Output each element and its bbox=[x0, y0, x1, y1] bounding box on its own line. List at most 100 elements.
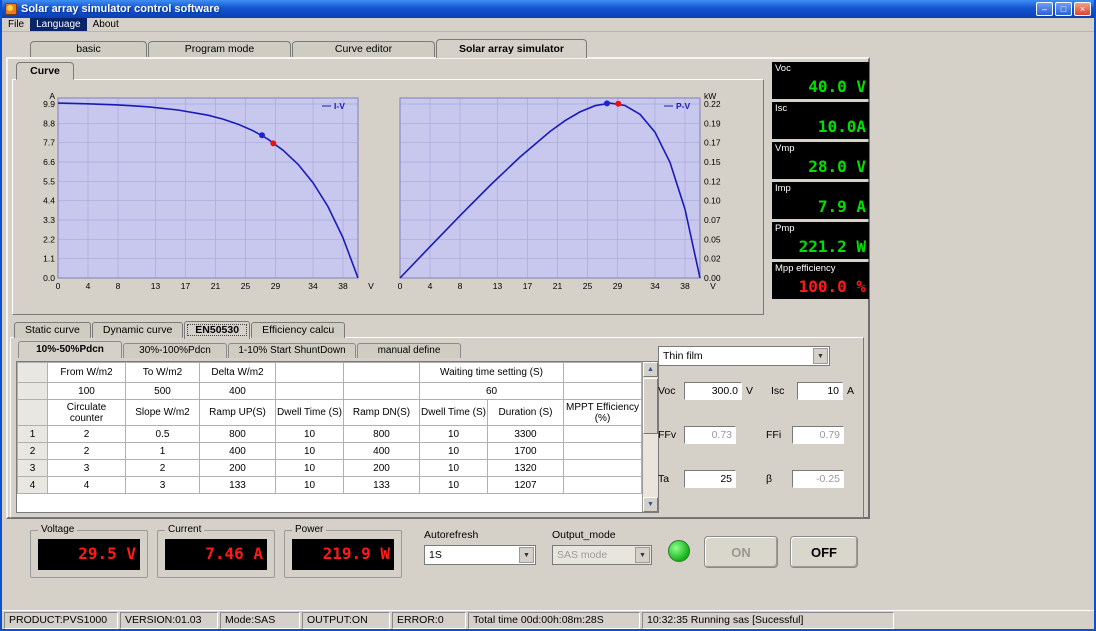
menu-about[interactable]: About bbox=[87, 18, 125, 31]
svg-text:5.5: 5.5 bbox=[43, 176, 55, 186]
minimize-button[interactable]: – bbox=[1036, 2, 1053, 16]
svg-text:29: 29 bbox=[271, 281, 281, 291]
table-cell[interactable]: 800 bbox=[344, 426, 420, 443]
svg-text:0.19: 0.19 bbox=[704, 118, 721, 128]
table-cell[interactable]: 10 bbox=[276, 443, 344, 460]
row-head bbox=[18, 363, 48, 383]
table-cell[interactable]: 10 bbox=[420, 477, 488, 494]
tab-curve[interactable]: Curve bbox=[16, 62, 74, 80]
table-cell[interactable]: 133 bbox=[200, 477, 276, 494]
table-cell[interactable]: 10 bbox=[276, 477, 344, 494]
tab-en50530[interactable]: EN50530 bbox=[184, 321, 250, 339]
table-cell[interactable]: 1700 bbox=[488, 443, 564, 460]
table-cell[interactable] bbox=[564, 426, 642, 443]
title-bar[interactable]: Solar array simulator control software –… bbox=[2, 0, 1094, 18]
svg-text:0.02: 0.02 bbox=[704, 254, 721, 264]
pre-value-cell[interactable]: 500 bbox=[126, 383, 200, 400]
en50530-subtabs: 10%-50%Pdcn30%-100%Pdcn1-10% Start Shunt… bbox=[18, 341, 462, 358]
table-cell[interactable]: 4 bbox=[48, 477, 126, 494]
table-cell[interactable]: 10 bbox=[276, 460, 344, 477]
tab-solar-array-simulator[interactable]: Solar array simulator bbox=[436, 39, 587, 58]
maximize-button[interactable]: □ bbox=[1055, 2, 1072, 16]
pre-value-cell[interactable] bbox=[344, 383, 420, 400]
table-cell[interactable]: 400 bbox=[344, 443, 420, 460]
table-cell[interactable]: 10 bbox=[420, 460, 488, 477]
voltage-display: 29.5 V bbox=[38, 539, 140, 570]
table-cell[interactable]: 1320 bbox=[488, 460, 564, 477]
pv-curve-chart: 0.220.190.170.150.120.100.070.050.020.00… bbox=[390, 88, 740, 293]
table-cell[interactable]: 10 bbox=[420, 443, 488, 460]
autorefresh-value: 1S bbox=[429, 549, 517, 561]
table-cell[interactable]: 3 bbox=[126, 477, 200, 494]
subtab-30-100-pdcn[interactable]: 30%-100%Pdcn bbox=[123, 343, 227, 358]
table-cell[interactable]: 800 bbox=[200, 426, 276, 443]
tab-efficiency-calcu[interactable]: Efficiency calcu bbox=[251, 322, 345, 338]
ffi-input bbox=[792, 426, 844, 444]
table-cell[interactable]: 10 bbox=[276, 426, 344, 443]
scroll-down-icon[interactable]: ▼ bbox=[643, 497, 658, 512]
on-button[interactable]: ON bbox=[704, 536, 778, 568]
svg-text:6.6: 6.6 bbox=[43, 157, 55, 167]
table-cell[interactable]: 2 bbox=[48, 443, 126, 460]
svg-text:3.3: 3.3 bbox=[43, 215, 55, 225]
table-cell[interactable]: 1207 bbox=[488, 477, 564, 494]
table-cell[interactable]: 2 bbox=[126, 460, 200, 477]
svg-text:0: 0 bbox=[398, 281, 403, 291]
tab-static-curve[interactable]: Static curve bbox=[14, 322, 91, 338]
table-cell[interactable]: 400 bbox=[200, 443, 276, 460]
svg-text:8: 8 bbox=[458, 281, 463, 291]
subtab-manual-define[interactable]: manual define bbox=[357, 343, 461, 358]
row-number: 2 bbox=[18, 443, 48, 460]
dropdown-arrow-icon[interactable]: ▼ bbox=[813, 348, 828, 364]
tab-curve-editor[interactable]: Curve editor bbox=[292, 41, 435, 57]
menu-language[interactable]: Language bbox=[30, 18, 87, 31]
table-scrollbar[interactable]: ▲ ▼ bbox=[642, 362, 658, 512]
subtab-1-10-start-shuntdown[interactable]: 1-10% Start ShuntDown bbox=[228, 343, 356, 358]
autorefresh-combo[interactable]: 1S ▼ bbox=[424, 545, 536, 565]
window-title: Solar array simulator control software bbox=[21, 3, 1036, 15]
table-cell[interactable]: 10 bbox=[420, 426, 488, 443]
table-cell[interactable]: 2 bbox=[48, 426, 126, 443]
tab-program-mode[interactable]: Program mode bbox=[148, 41, 291, 57]
table-cell[interactable]: 200 bbox=[344, 460, 420, 477]
header-cell: Dwell Time (S) bbox=[420, 400, 488, 426]
svg-text:38: 38 bbox=[680, 281, 690, 291]
pre-value-cell[interactable] bbox=[564, 383, 642, 400]
dropdown-arrow-icon[interactable]: ▼ bbox=[519, 547, 534, 563]
table-cell[interactable]: 3 bbox=[48, 460, 126, 477]
table-cell[interactable] bbox=[564, 443, 642, 460]
table-cell[interactable]: 200 bbox=[200, 460, 276, 477]
svg-text:V: V bbox=[710, 281, 716, 291]
ta-input[interactable] bbox=[684, 470, 736, 488]
table-cell[interactable]: 3300 bbox=[488, 426, 564, 443]
menu-file[interactable]: File bbox=[2, 18, 30, 31]
svg-text:0: 0 bbox=[56, 281, 61, 291]
output-status-indicator bbox=[668, 540, 690, 562]
off-button[interactable]: OFF bbox=[790, 536, 858, 568]
close-button[interactable]: × bbox=[1074, 2, 1091, 16]
tab-dynamic-curve[interactable]: Dynamic curve bbox=[92, 322, 183, 338]
voc-label: Voc bbox=[658, 385, 684, 397]
table-cell[interactable] bbox=[564, 477, 642, 494]
scrollbar-thumb[interactable] bbox=[643, 378, 658, 434]
pre-value-cell[interactable]: 60 bbox=[420, 383, 564, 400]
svg-text:2.2: 2.2 bbox=[43, 234, 55, 244]
subtab-10-50-pdcn[interactable]: 10%-50%Pdcn bbox=[18, 341, 122, 358]
voc-input[interactable] bbox=[684, 382, 742, 400]
table-cell[interactable]: 0.5 bbox=[126, 426, 200, 443]
table-cell[interactable]: 133 bbox=[344, 477, 420, 494]
display-value: 28.0 V bbox=[772, 155, 869, 179]
pre-value-cell[interactable]: 400 bbox=[200, 383, 276, 400]
pre-value-cell[interactable] bbox=[276, 383, 344, 400]
beta-input bbox=[792, 470, 844, 488]
tab-basic[interactable]: basic bbox=[30, 41, 147, 57]
row-head bbox=[18, 400, 48, 426]
output-mode-combo[interactable]: SAS mode ▼ bbox=[552, 545, 652, 565]
status-message: 10:32:35 Running sas [Sucessful] bbox=[642, 612, 894, 629]
scroll-up-icon[interactable]: ▲ bbox=[643, 362, 658, 377]
table-cell[interactable]: 1 bbox=[126, 443, 200, 460]
isc-input[interactable] bbox=[797, 382, 843, 400]
table-cell[interactable] bbox=[564, 460, 642, 477]
pre-value-cell[interactable]: 100 bbox=[48, 383, 126, 400]
pv-type-combo[interactable]: Thin film ▼ bbox=[658, 346, 830, 366]
